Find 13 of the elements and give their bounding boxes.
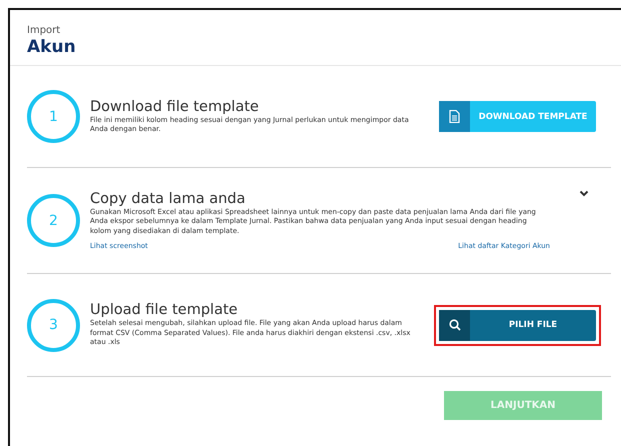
step-title: Copy data lama anda [90, 190, 246, 207]
choose-file-button[interactable]: PILIH FILE [439, 310, 596, 340]
step-title: Upload file template [90, 302, 238, 318]
page-subtitle: Import [27, 25, 62, 36]
search-icon [448, 319, 460, 331]
expand-toggle[interactable] [577, 188, 591, 199]
page-title: Akun [27, 37, 77, 57]
step-title: Download file template [90, 98, 259, 114]
step-number: 3 [27, 298, 80, 352]
step-number: 2 [27, 194, 80, 247]
document-icon [449, 110, 460, 123]
chevron-icon [579, 190, 589, 197]
step-number: 1 [27, 90, 80, 143]
